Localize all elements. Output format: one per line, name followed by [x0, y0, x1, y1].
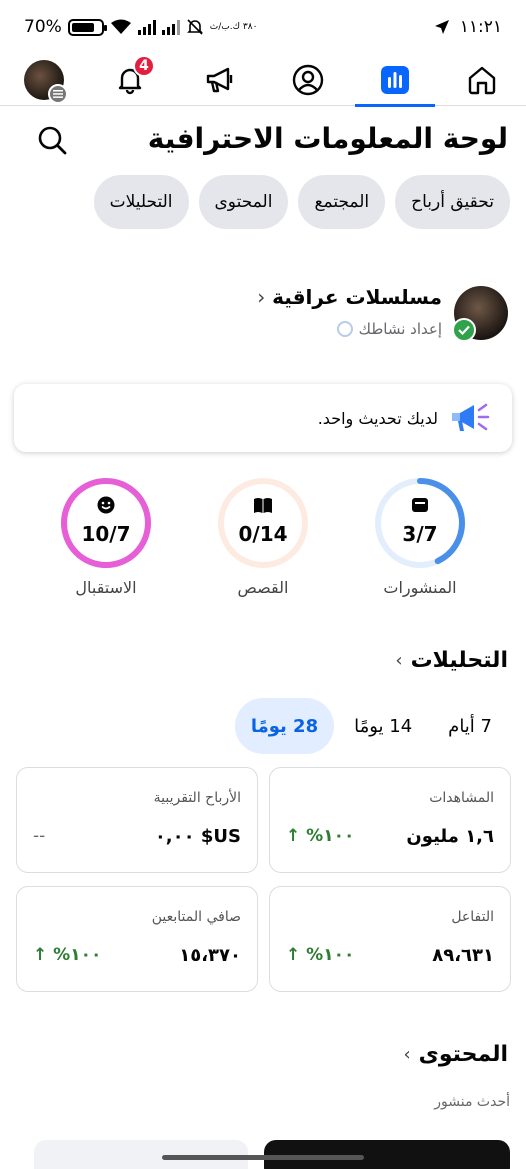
- range-tab-7-days[interactable]: 7 أيام: [432, 698, 508, 754]
- chevron-icon: ›: [403, 1044, 411, 1065]
- metric-change: ↑ %١٠٠: [33, 945, 102, 965]
- clock: ١١:٢١: [459, 17, 502, 37]
- ring-label: المنشورات: [383, 578, 457, 597]
- ring-posts[interactable]: 3/7 المنشورات: [355, 476, 485, 597]
- metric-label: المشاهدات: [429, 790, 494, 806]
- title-row: لوحة المعلومات الاحترافية: [0, 116, 526, 166]
- page-profile-row[interactable]: مسلسلات عراقية ‹ إعداد نشاطك: [18, 285, 508, 342]
- person-circle-icon: [292, 64, 324, 96]
- metric-card-views[interactable]: المشاهدات ١,٦ مليون ↑ %١٠٠: [269, 767, 511, 873]
- notification-badge: 4: [133, 55, 155, 77]
- ring-label: الاستقبال: [75, 578, 137, 597]
- status-right: ١١:٢١: [434, 17, 502, 37]
- metric-change: ↑ %١٠٠: [286, 826, 355, 846]
- signal-icon-2: [161, 19, 180, 35]
- page-title: لوحة المعلومات الاحترافية: [147, 122, 508, 155]
- ring-value: 10/7: [81, 522, 131, 546]
- search-icon: [38, 126, 67, 155]
- search-button[interactable]: [32, 120, 72, 160]
- update-card[interactable]: لديك تحديث واحد.: [14, 384, 512, 452]
- metric-change: --: [33, 826, 46, 846]
- megaphone-icon: [206, 67, 233, 93]
- nav-profile-menu[interactable]: [4, 54, 84, 106]
- latest-post-label: أحدث منشور: [434, 1094, 510, 1110]
- analytics-title: التحليلات: [410, 648, 508, 673]
- metric-label: الأرباح التقريبية: [153, 790, 241, 806]
- nav-dashboard[interactable]: [355, 54, 435, 107]
- ring-reception[interactable]: 10/7 الاستقبال: [41, 476, 171, 597]
- metric-card-engagement[interactable]: التفاعل ٨٩،٦٣١ ↑ %١٠٠: [269, 886, 511, 992]
- metric-value: ١٥،٣٧٠: [179, 945, 241, 966]
- page-name: مسلسلات عراقية ‹: [257, 285, 442, 309]
- ring-stories[interactable]: 0/14 القصص: [198, 476, 328, 597]
- metric-label: التفاعل: [451, 909, 494, 925]
- setup-activity-text: إعداد نشاطك: [358, 320, 442, 338]
- range-tab-14-days[interactable]: 14 يومًا: [338, 698, 428, 754]
- metric-value: ١,٦ مليون: [406, 826, 494, 847]
- chip-monetization[interactable]: تحقيق أرباح: [395, 175, 510, 229]
- book-icon: [198, 496, 328, 514]
- ring-label: القصص: [237, 578, 289, 597]
- signal-icon: [137, 19, 156, 35]
- dashboard-chart-icon: [381, 66, 409, 94]
- chip-analytics[interactable]: التحليلات: [93, 175, 189, 229]
- content-header[interactable]: المحتوى ›: [403, 1042, 508, 1067]
- mute-bell-icon: [186, 19, 203, 35]
- chip-content[interactable]: المحتوى: [198, 175, 289, 229]
- status-bar: 70% ٣٨٠ ك.ب/ث ١١:٢١: [0, 0, 526, 54]
- avatar: [24, 60, 68, 104]
- range-tabs: 28 يومًا 14 يومًا 7 أيام: [234, 698, 508, 754]
- home-indicator[interactable]: [162, 1155, 364, 1160]
- chevron-icon: ‹: [257, 285, 266, 309]
- metric-card-net-followers[interactable]: صافي المتابعين ١٥،٣٧٠ ↑ %١٠٠: [16, 886, 258, 992]
- ring-value: 3/7: [402, 522, 438, 546]
- home-icon: [468, 66, 496, 95]
- goal-rings: 3/7 المنشورات 0/14 القصص 10/7 الاستقبال: [0, 476, 526, 606]
- network-speed: ٣٨٠ ك.ب/ث: [209, 21, 258, 32]
- status-left: 70% ٣٨٠ ك.ب/ث: [24, 17, 257, 37]
- metric-value: ٨٩،٦٣١: [432, 945, 494, 966]
- location-arrow-icon: [434, 20, 449, 34]
- wifi-icon: [110, 19, 131, 34]
- nav-notifications[interactable]: 4: [90, 54, 170, 106]
- metric-value: US$ ٠,٠٠: [154, 826, 241, 847]
- top-nav: 4: [0, 54, 526, 107]
- check-icon: [452, 318, 476, 342]
- setup-activity-link[interactable]: إعداد نشاطك: [336, 320, 442, 338]
- nav-home[interactable]: [442, 54, 522, 106]
- section-chips: التحليلات المحتوى المجتمع تحقيق أرباح: [93, 175, 510, 229]
- megaphone-icon: [452, 403, 490, 431]
- nav-profile[interactable]: [268, 54, 348, 106]
- analytics-header[interactable]: التحليلات ›: [395, 648, 508, 673]
- range-tab-28-days[interactable]: 28 يومًا: [234, 698, 335, 754]
- metric-change: ↑ %١٠٠: [286, 945, 355, 965]
- page-name-text: مسلسلات عراقية: [272, 285, 442, 309]
- update-text: لديك تحديث واحد.: [317, 408, 438, 428]
- metric-label: صافي المتابعين: [151, 909, 241, 925]
- battery-icon: [67, 18, 107, 36]
- chip-community[interactable]: المجتمع: [298, 175, 386, 229]
- chevron-icon: ›: [395, 650, 403, 671]
- battery-percentage: 70%: [24, 17, 62, 37]
- nav-ads[interactable]: [180, 54, 260, 106]
- metric-card-earnings[interactable]: الأرباح التقريبية US$ ٠,٠٠ --: [16, 767, 258, 873]
- progress-ring-icon: [336, 321, 353, 337]
- menu-icon: [48, 84, 68, 104]
- smile-icon: [41, 496, 171, 514]
- ring-value: 0/14: [238, 522, 288, 546]
- content-title: المحتوى: [418, 1042, 508, 1067]
- posts-icon: [355, 496, 485, 514]
